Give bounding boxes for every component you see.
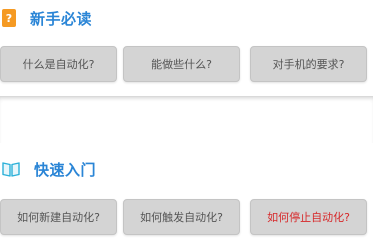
trigger-automation-button[interactable]: 如何触发自动化? xyxy=(123,199,240,235)
quickstart-section-header: 快速入门 xyxy=(2,157,96,181)
quickstart-section-title: 快速入门 xyxy=(34,160,97,179)
create-automation-button[interactable]: 如何新建自动化? xyxy=(0,199,117,235)
section-separator xyxy=(0,96,373,144)
open-book-icon xyxy=(2,160,20,178)
beginner-section-title: 新手必读 xyxy=(30,9,93,28)
what-is-automation-button[interactable]: 什么是自动化? xyxy=(0,46,117,82)
stop-automation-button[interactable]: 如何停止自动化? xyxy=(250,199,367,235)
question-book-icon: ? xyxy=(2,9,16,27)
phone-requirements-button[interactable]: 对手机的要求? xyxy=(250,46,367,82)
what-can-it-do-button[interactable]: 能做些什么? xyxy=(123,46,240,82)
beginner-section-header: ? 新手必读 xyxy=(2,6,92,30)
